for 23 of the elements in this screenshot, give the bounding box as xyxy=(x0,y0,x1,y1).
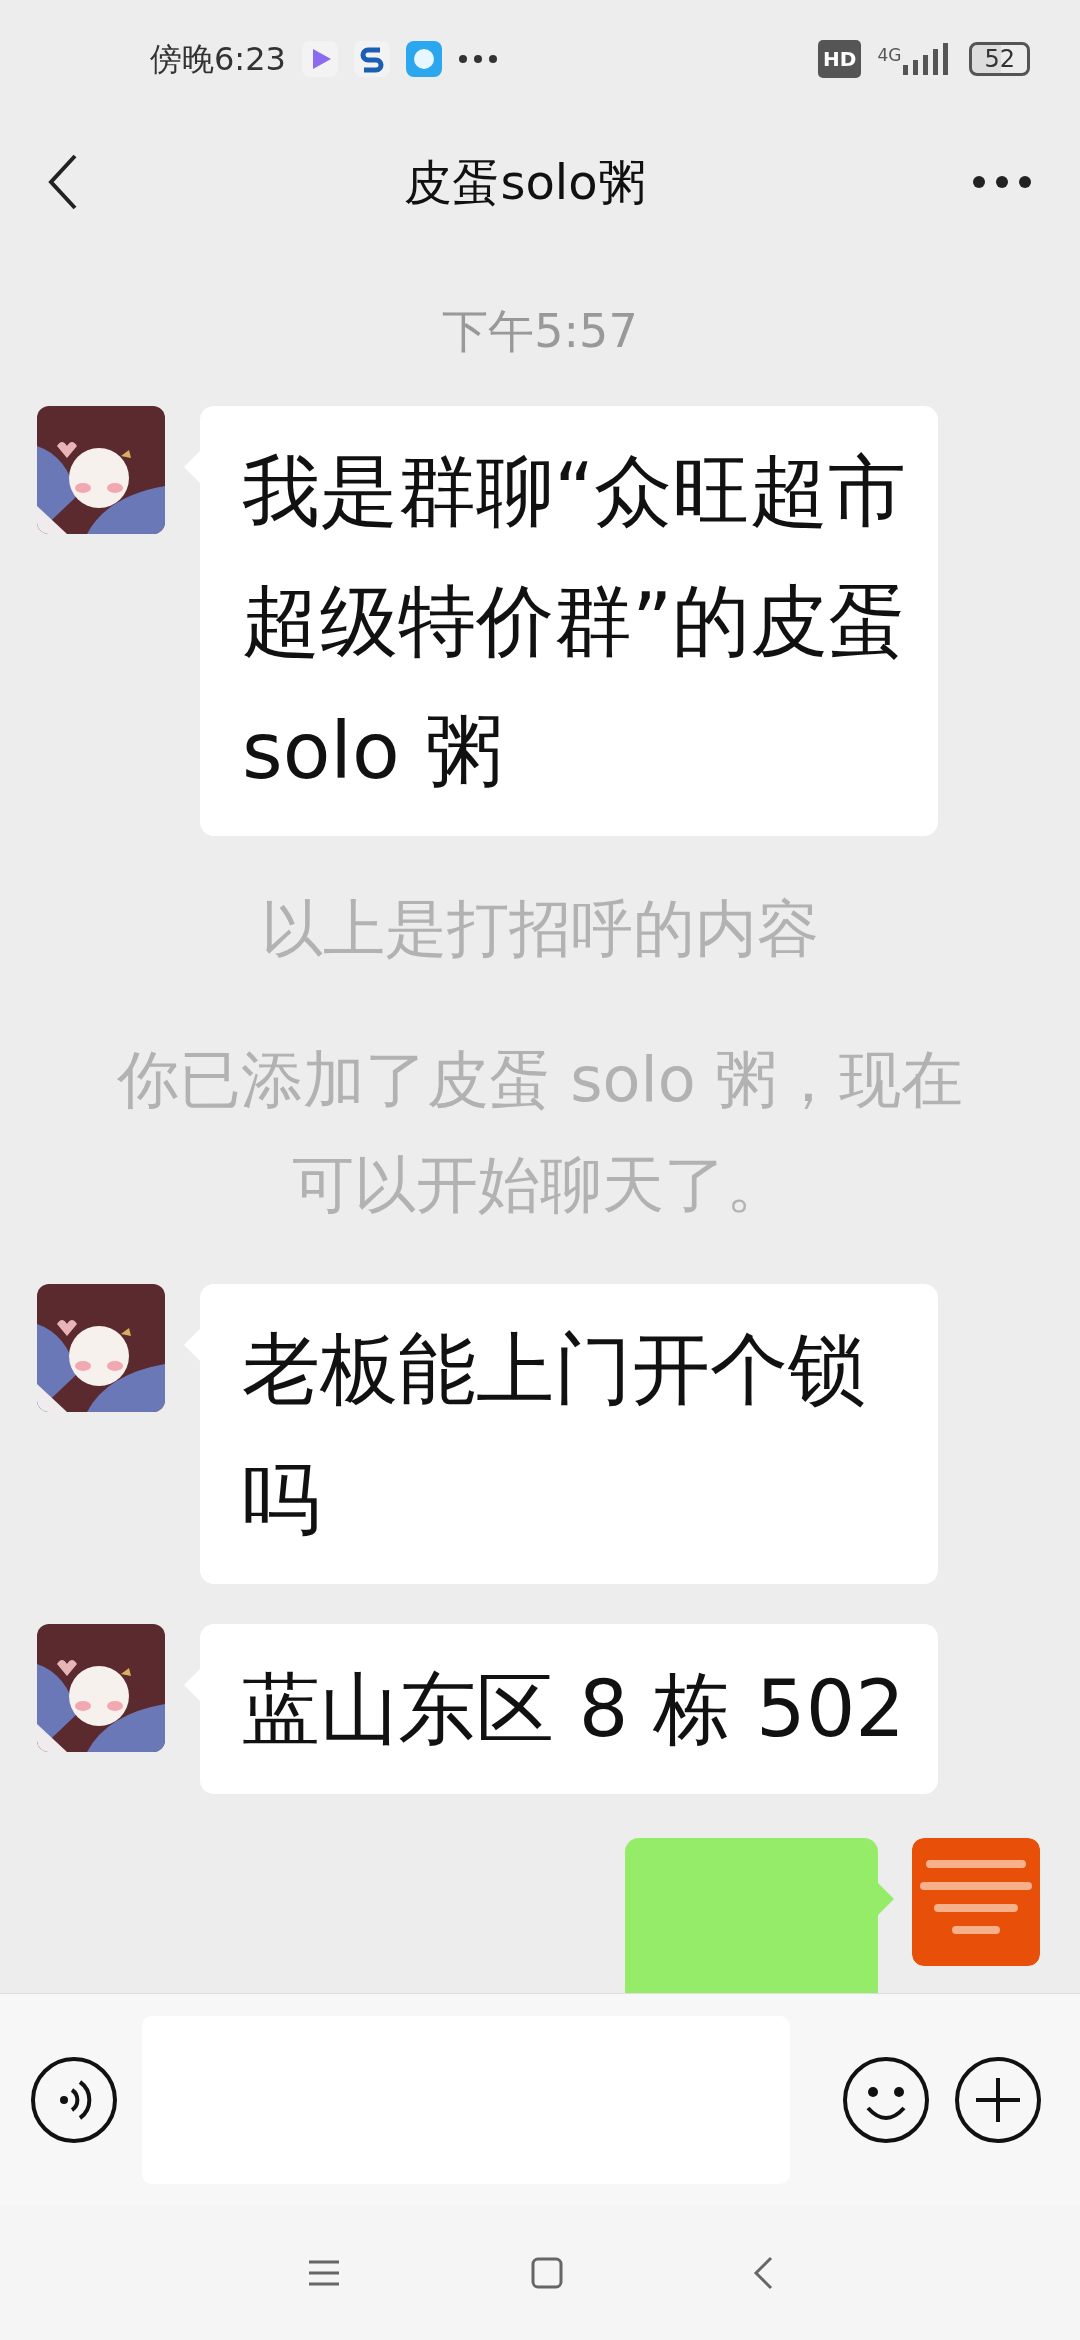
message-bubble: 老板能上门开个锁吗 xyxy=(200,1283,938,1584)
home-icon[interactable] xyxy=(531,2257,563,2290)
bubble-tail xyxy=(878,1882,894,1915)
menu-icon[interactable] xyxy=(307,2260,341,2287)
system-message: 以上是打招呼的内容 xyxy=(260,890,820,967)
message-bubble: 我是群聊“众旺超市超级特价群”的皮蛋 solo 粥 xyxy=(200,405,938,836)
chat-title: 皮蛋solo粥 xyxy=(403,153,647,213)
emoji-icon[interactable] xyxy=(842,2056,930,2145)
system-message: 你已添加了皮蛋 solo 粥，现在可以开始聊天了。 xyxy=(115,1041,965,1224)
network-type: 4G xyxy=(877,44,902,68)
timestamp: 下午5:57 xyxy=(441,302,639,360)
voice-icon[interactable] xyxy=(30,2056,118,2145)
chat-app-icon xyxy=(405,41,442,78)
battery-indicator: 52 xyxy=(969,42,1030,77)
plus-icon[interactable] xyxy=(954,2056,1042,2145)
more-icon[interactable] xyxy=(972,175,1032,190)
back-icon[interactable] xyxy=(48,154,78,211)
message-bubble: 蓝山东区 8 栋 502 xyxy=(200,1623,938,1794)
hd-badge: HD xyxy=(818,40,862,79)
status-time: 傍晚6:23 xyxy=(150,39,286,81)
app-icon xyxy=(353,41,390,78)
play-icon xyxy=(301,41,338,78)
more-icon xyxy=(457,54,498,65)
